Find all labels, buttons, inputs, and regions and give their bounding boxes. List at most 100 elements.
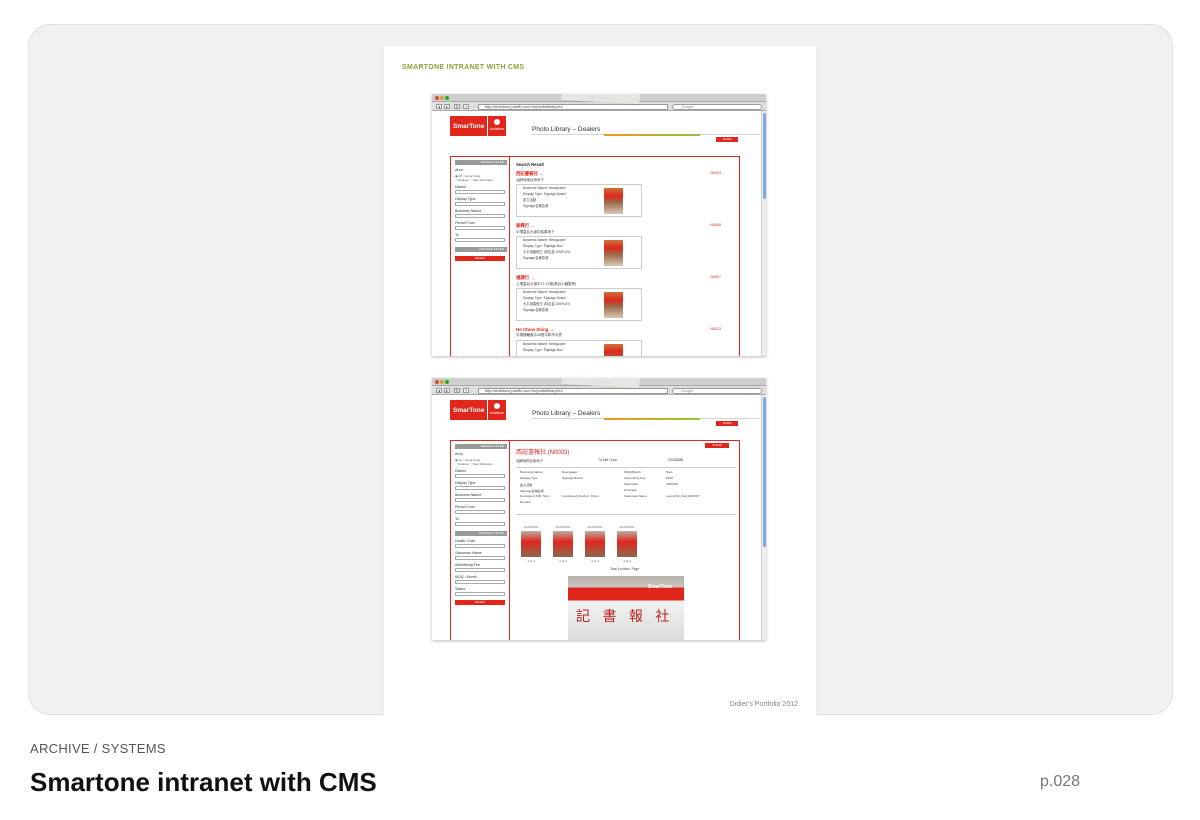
thumbnail: 15-03-2007 2 of 4 bbox=[548, 525, 578, 563]
dealer-storefront-photo: SmarTone 記 書 報 社 bbox=[568, 576, 684, 640]
back-icon: ◂ bbox=[436, 388, 442, 393]
field-label: Start Date bbox=[624, 482, 638, 486]
business-nature-label: Business Nature bbox=[455, 209, 482, 213]
field-label: Business Nature bbox=[520, 470, 543, 474]
field-label: MOQ/Month bbox=[624, 470, 641, 474]
dealer-address: 油麻地炮台街地下 bbox=[516, 178, 544, 182]
thumb-index: 3 of 4 bbox=[591, 559, 599, 563]
scrollbar bbox=[761, 111, 766, 356]
dealer-address: 上環皇后大道中71-21號(离谷小麵屋旁) bbox=[516, 282, 577, 286]
forward-icon: ▸ bbox=[444, 104, 450, 109]
display-type-label: Display Type bbox=[455, 481, 476, 485]
page-heading: SMARTONE INTRANET WITH CMS bbox=[402, 64, 525, 71]
status-label: Status bbox=[455, 587, 466, 591]
dealer-name: Ho Chow Shing → bbox=[516, 327, 555, 332]
thumb-image bbox=[553, 531, 573, 557]
breadcrumb: ARCHIVE / SYSTEMS bbox=[30, 741, 166, 756]
filter-sidebar: SEARCH FILTER Area ◉ All ○ Hong Kong ○ Ko… bbox=[450, 440, 510, 640]
dealer-id: N0007 bbox=[710, 275, 721, 279]
page-number: p.028 bbox=[1040, 773, 1081, 790]
phone-number: 23328888 bbox=[668, 458, 684, 462]
area-option: New Territories bbox=[472, 178, 493, 182]
business-nature-select bbox=[455, 498, 505, 502]
dealer-photo bbox=[604, 292, 623, 318]
period-from-select bbox=[455, 510, 505, 514]
back-icon: ◂ bbox=[436, 104, 442, 109]
district-select bbox=[455, 474, 505, 478]
field-value: 5pcs bbox=[666, 470, 673, 474]
url-bar: http://smartone.pacific.com.hk/photolibr… bbox=[478, 387, 668, 394]
field-value: 4/3/2004 bbox=[666, 482, 679, 486]
thumb-image bbox=[521, 531, 541, 557]
business-nature-select bbox=[455, 214, 505, 218]
search-field: Google bbox=[672, 103, 762, 110]
display-type-select bbox=[455, 486, 505, 490]
project-title: Smartone intranet with CMS bbox=[30, 767, 377, 797]
advertising-fee-select bbox=[455, 568, 505, 572]
field-value: Leung Shu Fai (S87047) bbox=[666, 494, 700, 498]
to-label: To bbox=[455, 517, 459, 521]
field-label: 設立活動 bbox=[520, 483, 533, 487]
thumb-date: 09-03-2007 bbox=[587, 525, 603, 529]
contact-name: Tu Mei Chun bbox=[598, 458, 618, 462]
dealer-address: 中環皇后大道中結果地下 bbox=[516, 230, 555, 234]
dealer-info-table: Business Nature Newspaper Display Type S… bbox=[516, 467, 736, 515]
storefront-characters: 記 書 報 社 bbox=[576, 609, 674, 625]
reload-icon: ↻ bbox=[454, 388, 460, 393]
result-entry: 福源行 → N0007 上環皇后大道中71-21號(离谷小麵屋旁) Busine… bbox=[516, 275, 739, 323]
area-radios: ◉ All ○ Hong Kong ○ Kowloon ○ New Territo… bbox=[455, 174, 493, 182]
search-filter-header: SEARCH FILTER bbox=[455, 444, 507, 449]
district-label: District bbox=[455, 185, 466, 189]
dealer-address: 油麻地炮台街地下 bbox=[516, 459, 544, 463]
dealer-name: 西記書報社 → bbox=[516, 171, 544, 176]
field-label: Consigned SIM: 5pcs bbox=[520, 494, 550, 498]
to-label: To bbox=[455, 233, 459, 237]
thumbnail: 09-03-2007 4 of 4 bbox=[612, 525, 642, 563]
dealer-photo bbox=[604, 188, 623, 214]
thumb-image bbox=[617, 531, 637, 557]
forward-icon: ▸ bbox=[444, 388, 450, 393]
period-to-select bbox=[455, 522, 505, 526]
site-page-title: Photo Library – Dealers bbox=[532, 410, 601, 417]
dealer-id: N0008 bbox=[710, 223, 721, 227]
field-label: Salesman Name bbox=[624, 494, 647, 498]
dealer-name: 福源行 → bbox=[516, 275, 535, 280]
thumb-index: 1 of 4 bbox=[527, 559, 535, 563]
browser-toolbar: ◂ ▸ ↻ + http://smartone.pacific.com.hk/p… bbox=[432, 386, 766, 395]
dealer-id: N0003 bbox=[710, 171, 721, 175]
field-label: Advertising Fee bbox=[624, 476, 646, 480]
moq-label: MOQ / Month bbox=[455, 575, 477, 579]
field-value: Signage Board bbox=[562, 476, 583, 480]
field-value: $100 bbox=[666, 476, 673, 480]
show-button: SHOW bbox=[705, 443, 729, 448]
field-label: End Date bbox=[624, 488, 637, 492]
results-heading: Search Result bbox=[516, 162, 544, 167]
title-rule bbox=[532, 418, 760, 420]
browser-screenshot-search: Smar• Search ◂ ▸ ↻ + http://smartone.pac… bbox=[432, 94, 766, 356]
url-bar: http://smartone.pacific.com.hk/photolibr… bbox=[478, 103, 668, 110]
smartone-logo: SmarTone vodafone bbox=[450, 400, 506, 420]
dealer-details: Business Nature: Newspaper Display Type:… bbox=[516, 184, 642, 217]
storefront-sign: SmarTone bbox=[647, 584, 672, 590]
scrollbar-thumb bbox=[763, 397, 766, 547]
add-bookmark-icon: + bbox=[463, 104, 469, 109]
area-label: Area bbox=[455, 168, 463, 172]
field-value: Newspaper bbox=[562, 470, 578, 474]
area-option: New Territories bbox=[472, 462, 493, 466]
thumb-index: 4 of 4 bbox=[623, 559, 631, 563]
area-radios: ◉ All ○ Hong Kong ○ Kowloon ○ New Territo… bbox=[455, 458, 493, 466]
title-rule bbox=[532, 134, 760, 136]
business-nature-label: Business Nature bbox=[455, 493, 482, 497]
advance-filter-header: ADVANCE FILTER bbox=[455, 531, 507, 536]
district-label: District bbox=[455, 469, 466, 473]
filter-sidebar: SEARCH FILTER Area ◉ All ○ Hong Kong ○ Ko… bbox=[450, 156, 510, 356]
vodafone-logo-text: vodafone bbox=[487, 400, 506, 420]
scrollbar-thumb bbox=[763, 113, 766, 199]
display-type-select bbox=[455, 202, 505, 206]
logo-text: SmarTone bbox=[453, 407, 485, 414]
period-to-select bbox=[455, 238, 505, 242]
photo-thumbnails: 14-03-2007 1 of 4 15-03-2007 2 of 4 09-03-… bbox=[516, 525, 739, 565]
reset-button: RESET bbox=[455, 600, 505, 605]
reset-button: RESET bbox=[455, 256, 505, 261]
dealer-code-select bbox=[455, 544, 505, 548]
